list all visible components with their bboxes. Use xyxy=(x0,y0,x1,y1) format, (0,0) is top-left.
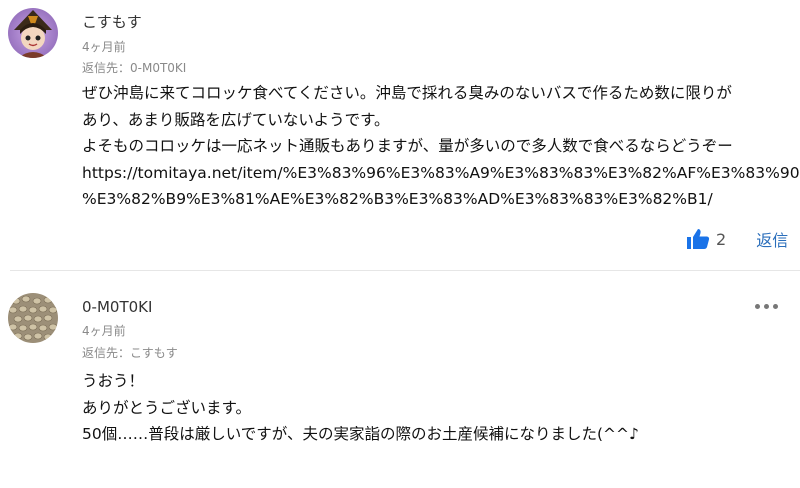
more-options-dot xyxy=(764,304,769,309)
like-count: 2 xyxy=(716,229,727,249)
more-options-dot xyxy=(773,304,778,309)
comment-line: ありがとうございます。 xyxy=(82,398,251,417)
reply-to-label: 返信先：こすもす xyxy=(82,346,178,360)
comment-line: よそものコロッケは一応ネット通販もありますが、量が多いので多人数で食べるならどう… xyxy=(82,137,733,155)
more-options-dot xyxy=(755,304,760,309)
comment-link-line[interactable]: https://tomitaya.net/item/%E3%83%96%E3%8… xyxy=(82,160,800,187)
comment-divider xyxy=(10,270,800,271)
like-button[interactable]: 2 xyxy=(686,227,726,251)
reply-to-label: 返信先：0-M0T0KI xyxy=(82,61,187,75)
comment-author[interactable]: こすもす xyxy=(82,11,142,32)
thumbs-up-icon xyxy=(687,229,710,249)
reply-button[interactable]: 返信 xyxy=(756,227,788,251)
comment-time[interactable]: 4ヶ月前 xyxy=(82,38,126,55)
comment-body: ぜひ沖島に来てコロッケ食べてください。沖島で採れる臭みのないバスで作るため数に限… xyxy=(82,80,800,213)
comment-line: 50個……普段は厳しいですが、夫の実家詣の際のお土産候補になりました(^^♪ xyxy=(82,425,639,443)
seeds-avatar-icon xyxy=(8,293,58,343)
comment-link-line[interactable]: %E3%82%B9%E3%81%AE%E3%82%B3%E3%83%AD%E3%… xyxy=(82,186,800,213)
comment-body: うおう！ ありがとうございます。 50個……普段は厳しいですが、夫の実家詣の際の… xyxy=(82,368,639,448)
avatar[interactable] xyxy=(8,8,58,58)
more-options-button[interactable] xyxy=(751,300,782,313)
comment-line: ぜひ沖島に来てコロッケ食べてください。沖島で採れる臭みのないバスで作るため数に限… xyxy=(82,84,732,102)
comment-time[interactable]: 4ヶ月前 xyxy=(82,322,126,339)
anime-character-avatar-icon xyxy=(8,8,58,58)
avatar[interactable] xyxy=(8,293,58,343)
comment-line: うおう！ xyxy=(82,372,145,390)
comment-author[interactable]: 0-M0T0KI xyxy=(82,298,152,316)
comment-line: あり、あまり販路を広げていないようです。 xyxy=(82,110,390,129)
comment-actions: 2 返信 xyxy=(686,227,788,251)
